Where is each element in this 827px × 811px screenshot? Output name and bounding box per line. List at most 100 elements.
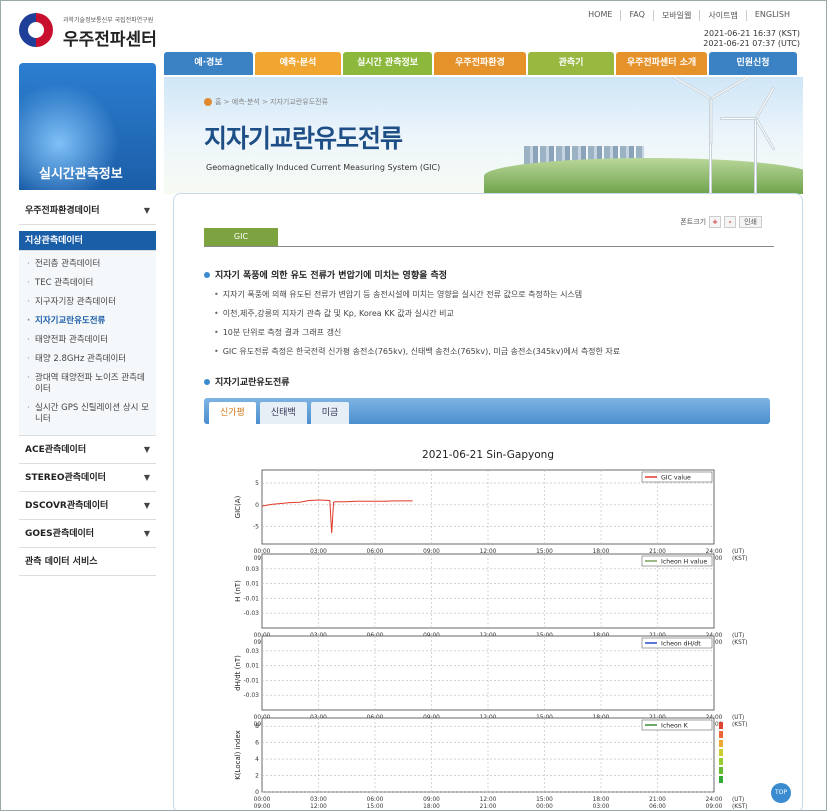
sidebar-sub-solar-radio[interactable]: 태양전파 관측데이터 (19, 331, 156, 350)
k-scale-swatch (719, 749, 723, 756)
main-nav: 예·경보 예측·분석 실시간 관측정보 우주전파환경 관측기 우주전파센터 소개… (164, 52, 797, 75)
k-scale-swatch (719, 731, 723, 738)
wind-turbine-icon (754, 117, 757, 194)
gnb-space-weather[interactable]: 우주전파환경 (434, 52, 526, 75)
scroll-top-button[interactable]: TOP (771, 783, 791, 803)
section-title-gic: 지자기교란유도전류 (204, 375, 290, 388)
chevron-down-icon: ▼ (143, 445, 150, 454)
y-tick-label: 0 (255, 502, 259, 509)
font-increase-button[interactable]: + (709, 216, 722, 228)
org-subtitle: 과학기술정보통신부 국립전파연구원 (63, 17, 154, 24)
sidebar-item-goes[interactable]: GOES관측데이터 ▼ (19, 520, 156, 548)
y-axis-label: GIC(A) (234, 495, 242, 518)
legend-label: Icheon dH/dt (661, 641, 701, 648)
sidebar-item-stereo[interactable]: STEREO관측데이터 ▼ (19, 464, 156, 492)
government-emblem-icon (19, 13, 53, 47)
y-tick-label: 0 (255, 789, 259, 796)
tab-sintaebaek[interactable]: 신태백 (259, 402, 307, 424)
y-axis-label: dH/dt (nT) (234, 655, 242, 691)
x-tick-label-ut: 15:00 (536, 797, 553, 803)
sidebar-sub-tec[interactable]: TEC 관측데이터 (19, 274, 156, 293)
content-panel: 폰트크기 + - 인쇄 GIC 지자기 폭풍에 의한 유도 전류가 변압기에 미… (173, 193, 803, 810)
sidebar-item-ground[interactable]: 지상관측데이터 (19, 231, 156, 251)
sidebar-menu: 우주전파환경데이터 ▼ 지상관측데이터 전리층 관측데이터 TEC 관측데이터 지… (19, 197, 156, 576)
tab-migeum[interactable]: 미금 (310, 402, 350, 424)
k-scale-swatch (719, 758, 723, 765)
gnb-about[interactable]: 우주전파센터 소개 (616, 52, 707, 75)
sidebar-submenu: 전리층 관측데이터 TEC 관측데이터 지구자기장 관측데이터 지자기교란유도전… (19, 251, 156, 436)
print-button[interactable]: 인쇄 (739, 216, 762, 228)
gnb-forecast[interactable]: 예측·분석 (255, 52, 341, 75)
font-decrease-button[interactable]: - (724, 216, 737, 228)
x-tick-label-kst: 21:00 (480, 804, 497, 810)
top-nav-english[interactable]: ENGLISH (745, 10, 798, 21)
gnb-observatory[interactable]: 관측기 (528, 52, 614, 75)
sidebar-sub-broadband-noise[interactable]: 광대역 태양전파 노이즈 관측데이터 (19, 369, 156, 399)
info-bullet: 10분 단위로 측정 결과 그래프 갱신 (214, 327, 342, 338)
chevron-down-icon: ▼ (143, 501, 150, 510)
sidebar-item-label: 관측 데이터 서비스 (25, 557, 98, 567)
sidebar-item-label: 지상관측데이터 (25, 236, 83, 246)
sidebar-sub-solar-28ghz[interactable]: 태양 2.8GHz 관측데이터 (19, 350, 156, 369)
x-tick-label-ut: 06:00 (367, 797, 384, 803)
y-tick-label: 0.01 (246, 581, 260, 588)
chevron-down-icon: ▼ (143, 473, 150, 482)
turbine-blade (670, 77, 712, 100)
k-scale-swatch (719, 767, 723, 774)
legend-label: Icheon H value (661, 559, 707, 566)
k-scale-swatch (719, 740, 723, 747)
legend-label: GIC value (661, 475, 691, 482)
site-logo[interactable]: 과학기술정보통신부 국립전파연구원 우주전파센터 (19, 13, 169, 50)
breadcrumb-text: 홈 > 예측·분석 > 지자기교란유도전류 (215, 98, 329, 106)
tab-gic[interactable]: GIC (204, 228, 278, 246)
top-nav-home[interactable]: HOME (580, 10, 620, 21)
sidebar-sub-ionosphere[interactable]: 전리층 관측데이터 (19, 255, 156, 274)
page-title: 지자기교란유도전류 (204, 124, 403, 153)
clock-display: 2021-06-21 16:37 (KST) 2021-06-21 07:37 … (703, 29, 800, 49)
top-nav-mobile[interactable]: 모바일웹 (652, 10, 699, 21)
turbine-blade (720, 117, 756, 120)
x-tick-label-ut: 12:00 (480, 797, 497, 803)
turbine-blade (754, 117, 776, 151)
sidebar-sub-gic[interactable]: 지자기교란유도전류 (19, 312, 156, 331)
sidebar-item-data-service[interactable]: 관측 데이터 서비스 (19, 548, 156, 576)
gic-chart: 2021-06-21 Sin-Gapyong 5 0 -5 GIC(A) GIC valu… (234, 449, 748, 810)
home-icon[interactable] (204, 98, 212, 106)
x-tick-label-ut: 09:00 (423, 797, 440, 803)
sidebar-sub-geomagnetic[interactable]: 지구자기장 관측데이터 (19, 293, 156, 312)
sidebar-item-ace[interactable]: ACE관측데이터 ▼ (19, 436, 156, 464)
x-tick-label-kst: 00:00 (536, 804, 553, 810)
sidebar-sub-gps-scintillation[interactable]: 실시간 GPS 신틸레이션 상시 모니터 (19, 399, 156, 429)
y-tick-label: 4 (255, 756, 259, 763)
x-tick-label-kst: 06:00 (649, 804, 666, 810)
turbine-blade (709, 98, 713, 145)
top-nav-faq[interactable]: FAQ (620, 10, 653, 21)
x-unit-kst: (KST) (732, 556, 748, 562)
x-tick-label-kst: 18:00 (423, 804, 440, 810)
section-title-effects: 지자기 폭풍에 의한 유도 전류가 변압기에 미치는 영향을 측정 (204, 268, 447, 281)
info-bullet: 지자기 폭풍에 의해 유도된 전류가 변압기 등 송전시설에 미치는 영향을 실… (214, 289, 582, 300)
legend-label: Icheon K (661, 723, 689, 730)
y-tick-label: -5 (253, 524, 259, 531)
gnb-petition[interactable]: 민원신청 (709, 52, 797, 75)
page-frame: 과학기술정보통신부 국립전파연구원 우주전파센터 HOME FAQ 모바일웹 사… (0, 0, 827, 811)
y-tick-label: 0.03 (246, 648, 260, 655)
page-banner: 홈 > 예측·분석 > 지자기교란유도전류 지자기교란유도전류 Geomagne… (164, 77, 803, 194)
gnb-realtime[interactable]: 실시간 관측정보 (343, 52, 432, 75)
x-tick-label-ut: 18:00 (593, 797, 610, 803)
gnb-warning[interactable]: 예·경보 (164, 52, 253, 75)
x-tick-label-ut: 03:00 (310, 797, 327, 803)
sidebar-item-label: 우주전파환경데이터 (25, 206, 100, 216)
x-tick-label-kst: 09:00 (706, 804, 723, 810)
x-tick-label-ut: 21:00 (649, 797, 666, 803)
y-tick-label: 6 (255, 740, 259, 747)
sidebar-item-dscovr[interactable]: DSCOVR관측데이터 ▼ (19, 492, 156, 520)
clock-kst: 2021-06-21 16:37 (KST) (703, 29, 800, 38)
top-nav-sitemap[interactable]: 사이트맵 (699, 10, 745, 21)
tab-singapyong[interactable]: 신가평 (209, 402, 256, 424)
sidebar-item-label: ACE관측데이터 (25, 445, 87, 455)
sidebar-item-space-env[interactable]: 우주전파환경데이터 ▼ (19, 197, 156, 225)
y-tick-label: -0.01 (243, 677, 259, 684)
sidebar-header-label: 실시간관측정보 (39, 167, 123, 182)
chart-title: 2021-06-21 Sin-Gapyong (422, 449, 554, 461)
